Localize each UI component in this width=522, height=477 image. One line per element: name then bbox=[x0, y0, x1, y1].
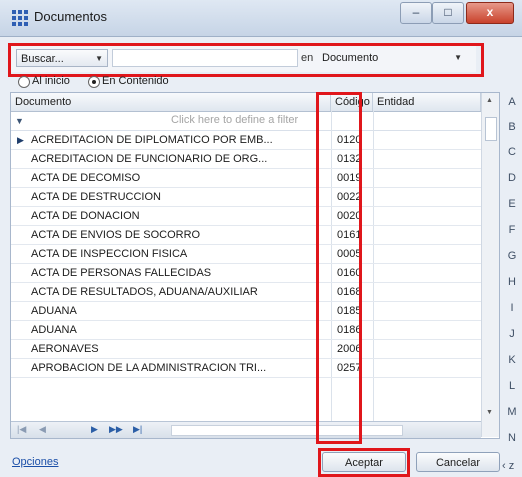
alpha-index-j[interactable]: J bbox=[506, 328, 518, 340]
alpha-index-h[interactable]: H bbox=[506, 276, 518, 288]
cell-documento: ACREDITACION DE FUNCIONARIO DE ORG... bbox=[31, 153, 268, 165]
cell-codigo: 0120 bbox=[337, 134, 362, 146]
search-button[interactable]: Buscar... ▼ bbox=[16, 49, 108, 67]
column-header-documento[interactable]: Documento bbox=[11, 93, 331, 111]
table-row[interactable]: ACTA DE DESTRUCCION 0022 bbox=[11, 188, 481, 207]
cell-documento: ACTA DE RESULTADOS, ADUANA/AUXILIAR bbox=[31, 286, 258, 298]
radio-start-label: Al inicio bbox=[32, 75, 70, 87]
cancel-button[interactable]: Cancelar bbox=[416, 452, 500, 472]
horizontal-scrollbar[interactable] bbox=[171, 425, 403, 436]
alpha-index-e[interactable]: E bbox=[506, 198, 518, 210]
cell-codigo: 0005 bbox=[337, 248, 362, 260]
filter-icon: ▼ bbox=[15, 116, 24, 126]
radio-content[interactable] bbox=[88, 76, 100, 88]
table-row[interactable]: ADUANA 0185 bbox=[11, 302, 481, 321]
cell-codigo: 0020 bbox=[337, 210, 362, 222]
table-row[interactable]: ACREDITACION DE FUNCIONARIO DE ORG... 01… bbox=[11, 150, 481, 169]
table-row[interactable]: ACTA DE DECOMISO 0019 bbox=[11, 169, 481, 188]
cell-codigo: 0022 bbox=[337, 191, 362, 203]
alpha-index-c[interactable]: C bbox=[506, 146, 518, 158]
cell-documento: ADUANA bbox=[31, 305, 77, 317]
table-row[interactable]: ACTA DE DONACION 0020 bbox=[11, 207, 481, 226]
dialog-footer: Opciones Aceptar Cancelar bbox=[0, 448, 522, 475]
search-in-label: en bbox=[301, 52, 314, 64]
window-title: Documentos bbox=[34, 9, 107, 24]
cell-codigo: 0168 bbox=[337, 286, 362, 298]
cell-documento: APROBACION DE LA ADMINISTRACION TRI... bbox=[31, 362, 267, 374]
alpha-index-k[interactable]: K bbox=[506, 354, 518, 366]
cell-documento: ACREDITACION DE DIPLOMATICO POR EMB... bbox=[31, 134, 273, 146]
close-button[interactable]: x bbox=[466, 2, 514, 24]
documents-grid: Documento Código Entidad ▼ Click here to… bbox=[10, 92, 500, 439]
alpha-index-b[interactable]: B bbox=[506, 121, 518, 133]
cell-codigo: 2006 bbox=[337, 343, 362, 355]
table-row[interactable]: ACTA DE PERSONAS FALLECIDAS 0160 bbox=[11, 264, 481, 283]
chevron-down-icon: ▼ bbox=[95, 54, 103, 63]
table-row[interactable]: APROBACION DE LA ADMINISTRACION TRI... 0… bbox=[11, 359, 481, 378]
cell-codigo: 0185 bbox=[337, 305, 362, 317]
alpha-index-n[interactable]: N bbox=[506, 432, 518, 444]
alpha-index-l[interactable]: L bbox=[506, 380, 518, 392]
corner-index-glyph: ‹ z bbox=[502, 460, 515, 472]
maximize-button[interactable]: □ bbox=[432, 2, 464, 24]
cell-documento: ACTA DE INSPECCION FISICA bbox=[31, 248, 188, 260]
table-row[interactable]: ACTA DE RESULTADOS, ADUANA/AUXILIAR 0168 bbox=[11, 283, 481, 302]
cell-documento: ACTA DE DONACION bbox=[31, 210, 140, 222]
search-button-label: Buscar... bbox=[21, 53, 64, 65]
chevron-down-icon: ▼ bbox=[454, 53, 462, 62]
title-bar: Documentos – □ x bbox=[0, 0, 522, 37]
accept-button[interactable]: Aceptar bbox=[322, 452, 406, 472]
alpha-index-f[interactable]: F bbox=[506, 224, 518, 236]
radio-start[interactable] bbox=[18, 76, 30, 88]
cell-documento: ACTA DE DESTRUCCION bbox=[31, 191, 161, 203]
cell-codigo: 0132 bbox=[337, 153, 362, 165]
cell-codigo: 0186 bbox=[337, 324, 362, 336]
radio-content-label: En Contenido bbox=[102, 75, 169, 87]
nav-next-page-icon[interactable]: ▶▶ bbox=[109, 424, 123, 435]
alpha-index-i[interactable]: I bbox=[506, 302, 518, 314]
table-row[interactable]: ADUANA 0186 bbox=[11, 321, 481, 340]
scroll-down-icon[interactable]: ▼ bbox=[486, 409, 493, 416]
grid-header: Documento Código Entidad bbox=[11, 93, 499, 112]
alpha-index-g[interactable]: G bbox=[506, 250, 518, 262]
column-header-codigo[interactable]: Código bbox=[331, 93, 373, 111]
search-field-select[interactable]: Documento ▼ bbox=[318, 49, 466, 67]
alpha-index-a[interactable]: A bbox=[506, 96, 518, 108]
nav-next-icon[interactable]: ▶ bbox=[91, 424, 98, 435]
filter-row[interactable]: ▼ Click here to define a filter bbox=[11, 112, 499, 131]
alpha-index-d[interactable]: D bbox=[506, 172, 518, 184]
filter-placeholder: Click here to define a filter bbox=[171, 114, 299, 126]
current-row-arrow-icon: ▶ bbox=[17, 135, 24, 145]
vertical-scrollbar[interactable]: ▲ ▼ bbox=[481, 93, 499, 437]
cell-codigo: 0161 bbox=[337, 229, 362, 241]
scroll-thumb[interactable] bbox=[485, 117, 497, 141]
cell-documento: ADUANA bbox=[31, 324, 77, 336]
cell-codigo: 0257 bbox=[337, 362, 362, 374]
column-header-entidad[interactable]: Entidad bbox=[373, 93, 481, 111]
table-row[interactable]: AERONAVES 2006 bbox=[11, 340, 481, 359]
nav-prev-icon[interactable]: ◀ bbox=[39, 424, 46, 435]
cell-documento: AERONAVES bbox=[31, 343, 99, 355]
grid-navigator: |◀ ◀ ▶ ▶▶ ▶| bbox=[11, 421, 481, 438]
table-row[interactable]: ACTA DE ENVIOS DE SOCORRO 0161 bbox=[11, 226, 481, 245]
scroll-up-icon[interactable]: ▲ bbox=[486, 97, 493, 104]
cell-codigo: 0160 bbox=[337, 267, 362, 279]
nav-first-icon[interactable]: |◀ bbox=[17, 424, 26, 435]
cell-codigo: 0019 bbox=[337, 172, 362, 184]
table-row[interactable]: ▶ ACREDITACION DE DIPLOMATICO POR EMB...… bbox=[11, 131, 481, 150]
nav-last-icon[interactable]: ▶| bbox=[133, 424, 142, 435]
minimize-button[interactable]: – bbox=[400, 2, 432, 24]
search-field-value: Documento bbox=[322, 52, 379, 64]
cell-documento: ACTA DE DECOMISO bbox=[31, 172, 141, 184]
app-grid-icon bbox=[12, 10, 28, 26]
cell-documento: ACTA DE ENVIOS DE SOCORRO bbox=[31, 229, 201, 241]
search-input[interactable] bbox=[112, 49, 298, 67]
options-link[interactable]: Opciones bbox=[12, 456, 58, 468]
cell-documento: ACTA DE PERSONAS FALLECIDAS bbox=[31, 267, 212, 279]
table-row[interactable]: ACTA DE INSPECCION FISICA 0005 bbox=[11, 245, 481, 264]
alpha-index-m[interactable]: M bbox=[506, 406, 518, 418]
